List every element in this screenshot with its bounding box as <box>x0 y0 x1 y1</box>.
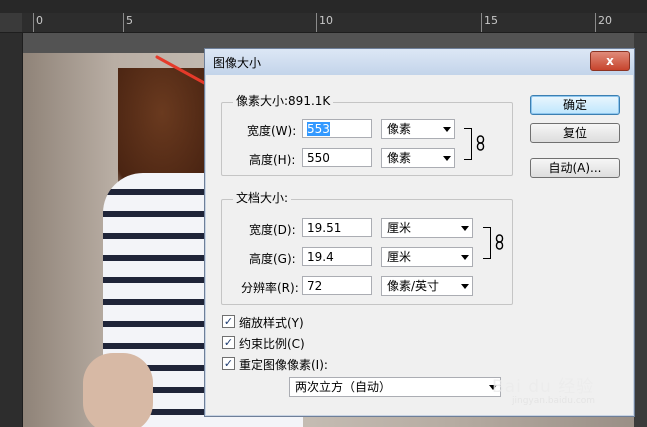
constrain-proportions-checkbox[interactable]: ✓ <box>222 336 235 349</box>
pixel-width-unit-select[interactable]: 像素 <box>381 119 455 139</box>
chevron-down-icon <box>461 255 469 260</box>
resample-method-value: 两次立方（自动） <box>295 380 392 394</box>
pixel-width-unit: 像素 <box>387 122 412 136</box>
constrain-proportions-label: 约束比例(C) <box>239 337 305 351</box>
resolution-value: 72 <box>307 279 323 293</box>
chevron-down-icon <box>443 156 451 161</box>
doc-width-unit: 厘米 <box>387 221 412 235</box>
reset-button[interactable]: 复位 <box>530 123 620 143</box>
pixel-dimensions-label: 像素大小:891.1K <box>233 92 334 109</box>
chain-link-icon <box>476 135 485 151</box>
resolution-input[interactable]: 72 <box>302 276 372 295</box>
pixel-width-label: 宽度(W): <box>247 124 297 138</box>
ok-button[interactable]: 确定 <box>530 95 620 115</box>
baidu-watermark: Bai du 经验 <box>492 377 595 397</box>
resample-label: 重定图像像素(I): <box>239 358 328 372</box>
pixel-height-label: 高度(H): <box>249 153 296 167</box>
doc-width-unit-select[interactable]: 厘米 <box>381 218 473 238</box>
chain-link-icon <box>495 234 504 250</box>
scale-styles-label: 缩放样式(Y) <box>239 316 304 330</box>
chevron-down-icon <box>461 284 469 289</box>
close-button[interactable]: x <box>590 51 630 71</box>
pixel-width-input[interactable]: 553 <box>302 119 372 138</box>
doc-height-input[interactable]: 19.4 <box>302 247 372 266</box>
resample-checkbox[interactable]: ✓ <box>222 357 235 370</box>
doc-height-value: 19.4 <box>307 250 334 264</box>
resolution-label: 分辨率(R): <box>241 281 299 295</box>
pixel-link-bracket <box>464 128 472 160</box>
baidu-watermark-url: jingyan.baidu.com <box>512 396 596 406</box>
image-size-dialog: 图像大小 x 像素大小:891.1K 宽度(W): 553 像素 高度(H): … <box>204 48 635 417</box>
resolution-unit: 像素/英寸 <box>387 279 440 293</box>
pixel-width-value: 553 <box>307 122 330 136</box>
resolution-unit-select[interactable]: 像素/英寸 <box>381 276 473 296</box>
doc-width-value: 19.51 <box>307 221 342 235</box>
dialog-titlebar[interactable]: 图像大小 x <box>205 49 634 75</box>
dialog-title: 图像大小 <box>213 56 262 70</box>
pixel-height-value: 550 <box>307 151 330 165</box>
auto-button[interactable]: 自动(A)... <box>530 158 620 178</box>
scale-styles-checkbox[interactable]: ✓ <box>222 315 235 328</box>
chevron-down-icon <box>461 226 469 231</box>
doc-width-label: 宽度(D): <box>249 223 296 237</box>
doc-height-unit-select[interactable]: 厘米 <box>381 247 473 267</box>
doc-width-input[interactable]: 19.51 <box>302 218 372 237</box>
document-size-label: 文档大小: <box>233 189 292 206</box>
doc-link-bracket <box>483 227 491 259</box>
pixel-height-input[interactable]: 550 <box>302 148 372 167</box>
doc-height-label: 高度(G): <box>249 252 296 266</box>
doc-height-unit: 厘米 <box>387 250 412 264</box>
pixel-height-unit-select[interactable]: 像素 <box>381 148 455 168</box>
pixel-height-unit: 像素 <box>387 151 412 165</box>
chevron-down-icon <box>443 127 451 132</box>
resample-method-select[interactable]: 两次立方（自动） <box>289 377 501 397</box>
